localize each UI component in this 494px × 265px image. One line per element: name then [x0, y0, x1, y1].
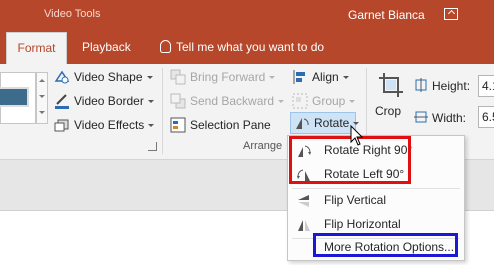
- tab-playback[interactable]: Playback: [82, 32, 131, 64]
- height-label: Height:: [432, 79, 471, 93]
- bring-forward-icon: [170, 69, 186, 85]
- video-effects-button[interactable]: Video Effects: [54, 114, 155, 136]
- bring-forward-button[interactable]: Bring Forward: [170, 66, 276, 88]
- height-input[interactable]: 4.1: [478, 75, 494, 97]
- video-shape-button[interactable]: Video Shape: [54, 66, 153, 88]
- rotate-icon: [294, 115, 310, 131]
- crop-button[interactable]: Crop: [375, 104, 401, 118]
- menu-item-flip-vertical[interactable]: Flip Vertical: [288, 189, 464, 213]
- group-icon: [292, 93, 308, 109]
- blue-highlight-box: [313, 233, 458, 257]
- context-tab-title: Video Tools: [44, 8, 101, 20]
- ribbon-display-options-icon[interactable]: [444, 8, 458, 20]
- tell-me-box[interactable]: Tell me what you want to do: [176, 32, 324, 62]
- flip-vertical-icon: [296, 193, 312, 209]
- pen-icon: [54, 93, 70, 109]
- width-input[interactable]: 6.5: [478, 106, 494, 128]
- send-backward-icon: [170, 93, 186, 109]
- selection-pane-button[interactable]: Selection Pane: [170, 114, 271, 136]
- crop-icon[interactable]: [378, 72, 404, 98]
- arrange-group-label: Arrange: [243, 140, 283, 152]
- mouse-cursor-icon: [350, 124, 366, 147]
- width-icon: [414, 110, 428, 124]
- effects-icon: [54, 117, 70, 133]
- send-backward-button[interactable]: Send Backward: [170, 90, 285, 112]
- width-label: Width:: [432, 111, 467, 125]
- video-styles-gallery[interactable]: [0, 72, 36, 124]
- gallery-scroll[interactable]: [36, 72, 48, 124]
- selection-pane-icon: [170, 117, 186, 133]
- align-icon: [292, 69, 308, 85]
- dialog-launcher-icon[interactable]: [148, 142, 157, 151]
- group-button[interactable]: Group: [292, 90, 356, 112]
- group-divider: [162, 68, 163, 154]
- lightbulb-icon: [160, 40, 171, 53]
- user-name[interactable]: Garnet Bianca: [348, 8, 425, 22]
- flip-horizontal-icon: [296, 217, 312, 233]
- tab-format[interactable]: Format: [6, 32, 67, 64]
- align-button[interactable]: Align: [292, 66, 349, 88]
- video-border-button[interactable]: Video Border: [54, 90, 154, 112]
- video-shape-icon: [54, 69, 70, 85]
- height-icon: [414, 78, 428, 92]
